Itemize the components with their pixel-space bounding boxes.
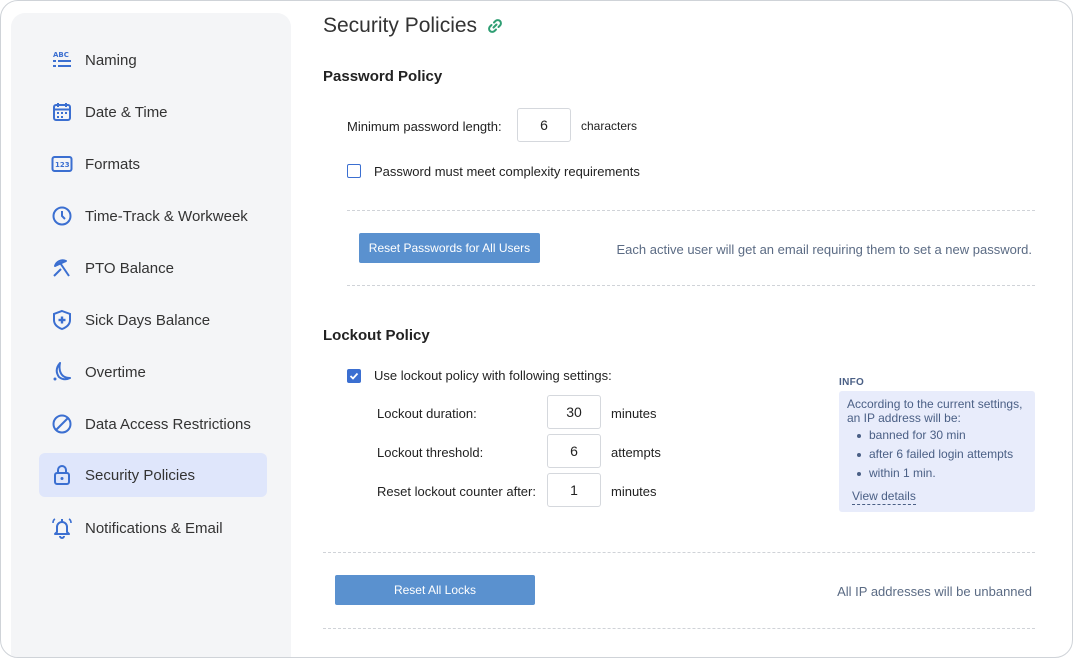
use-lockout-label: Use lockout policy with following settin…	[374, 368, 612, 383]
info-heading: INFO	[839, 377, 865, 388]
divider	[347, 210, 1035, 211]
sidebar-item-date-time[interactable]: Date & Time	[39, 90, 267, 134]
sidebar-item-time-track[interactable]: Time-Track & Workweek	[39, 194, 267, 238]
reset-locks-note: All IP addresses will be unbanned	[837, 584, 1032, 599]
reset-passwords-button[interactable]: Reset Passwords for All Users	[359, 233, 540, 263]
reset-counter-input[interactable]	[547, 473, 601, 507]
sidebar-item-label: Sick Days Balance	[85, 311, 211, 329]
lockout-duration-input[interactable]	[547, 395, 601, 429]
sidebar-item-label: Time-Track & Workweek	[85, 207, 248, 225]
min-password-length-label: Minimum password length:	[347, 119, 502, 134]
bell-icon	[51, 517, 73, 539]
reset-all-locks-button[interactable]: Reset All Locks	[335, 575, 535, 605]
medical-shield-icon	[51, 309, 73, 331]
sidebar-item-label: PTO Balance	[85, 259, 174, 277]
sidebar-item-label: Naming	[85, 51, 137, 69]
main-content: Security Policies Password Policy Minimu…	[323, 1, 1072, 657]
divider	[323, 628, 1035, 629]
app-window: ABC Naming Date & Time 123 Formats Time-…	[0, 0, 1073, 658]
list-item: after 6 failed login attempts	[839, 445, 1013, 464]
beach-umbrella-icon	[51, 257, 73, 279]
sidebar-item-label: Notifications & Email	[85, 519, 223, 537]
page-title: Security Policies	[323, 14, 478, 37]
sidebar-item-label: Security Policies	[85, 466, 196, 484]
svg-text:123: 123	[55, 161, 70, 169]
settings-sidebar: ABC Naming Date & Time 123 Formats Time-…	[11, 13, 291, 657]
sidebar-item-label: Overtime	[85, 363, 146, 381]
divider	[323, 552, 1035, 553]
sidebar-item-label: Data Access Restrictions	[85, 415, 251, 433]
sidebar-item-pto-balance[interactable]: PTO Balance	[39, 246, 267, 290]
sidebar-item-overtime[interactable]: Overtime	[39, 350, 267, 394]
password-policy-title: Password Policy	[323, 68, 443, 85]
link-icon[interactable]	[486, 17, 504, 35]
sidebar-item-naming[interactable]: ABC Naming	[39, 38, 267, 82]
lockout-threshold-input[interactable]	[547, 434, 601, 468]
info-box: According to the current settings, an IP…	[839, 391, 1035, 512]
checkmark-icon	[349, 372, 359, 380]
complexity-label: Password must meet complexity requiremen…	[374, 164, 640, 179]
list-item: within 1 min.	[839, 464, 1013, 483]
prohibited-icon	[51, 413, 73, 435]
sidebar-item-label: Formats	[85, 155, 141, 173]
sidebar-item-label: Date & Time	[85, 103, 168, 121]
clock-icon	[51, 205, 73, 227]
reset-passwords-note: Each active user will get an email requi…	[616, 242, 1032, 257]
sidebar-item-notifications[interactable]: Notifications & Email	[39, 506, 267, 550]
list-item: banned for 30 min	[839, 426, 1013, 445]
lockout-duration-unit: minutes	[611, 406, 657, 421]
view-details-link[interactable]: View details	[852, 489, 916, 505]
min-password-length-unit: characters	[581, 119, 638, 133]
moon-icon	[51, 361, 73, 383]
number-format-icon: 123	[51, 153, 73, 175]
lock-icon	[51, 464, 73, 486]
sidebar-item-security-policies[interactable]: Security Policies	[39, 453, 267, 497]
info-bullets: banned for 30 min after 6 failed login a…	[839, 426, 1013, 483]
lockout-policy-title: Lockout Policy	[323, 327, 430, 344]
sidebar-item-data-access[interactable]: Data Access Restrictions	[39, 402, 267, 446]
lockout-duration-label: Lockout duration:	[377, 406, 477, 421]
sidebar-item-sick-days[interactable]: Sick Days Balance	[39, 298, 267, 342]
lockout-threshold-label: Lockout threshold:	[377, 445, 484, 460]
abc-list-icon: ABC	[51, 49, 73, 71]
info-intro: According to the current settings, an IP…	[847, 397, 1023, 425]
lockout-threshold-unit: attempts	[611, 445, 661, 460]
page-header: Security Policies	[323, 14, 504, 38]
reset-counter-unit: minutes	[611, 484, 657, 499]
min-password-length-input[interactable]	[517, 108, 571, 142]
svg-text:ABC: ABC	[53, 51, 69, 59]
sidebar-item-formats[interactable]: 123 Formats	[39, 142, 267, 186]
complexity-checkbox[interactable]	[347, 164, 361, 178]
use-lockout-checkbox[interactable]	[347, 369, 361, 383]
reset-counter-label: Reset lockout counter after:	[377, 484, 536, 499]
calendar-icon	[51, 101, 73, 123]
divider	[347, 285, 1035, 286]
